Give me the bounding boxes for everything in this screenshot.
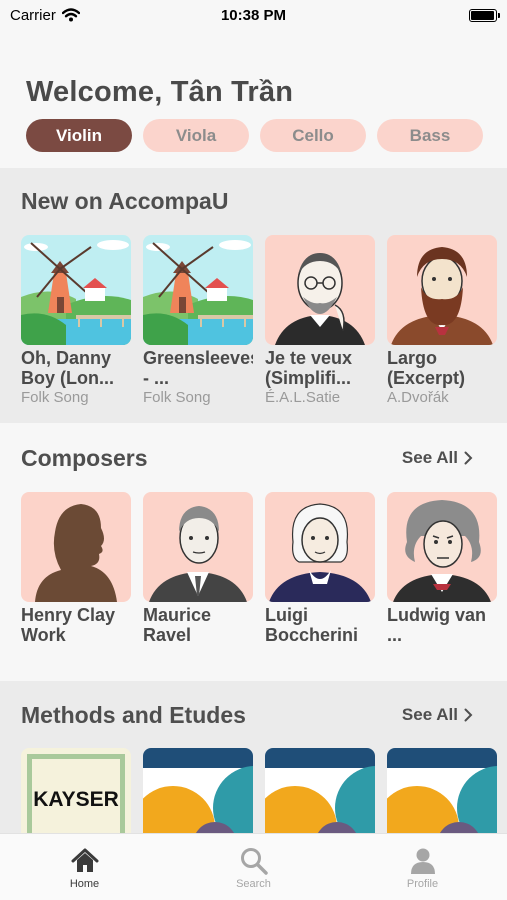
new-item-card[interactable]: Largo (Excerpt) A.Dvořák bbox=[387, 235, 497, 407]
battery-icon bbox=[469, 8, 500, 22]
instrument-chips: Violin Viola Cello Bass bbox=[26, 119, 483, 152]
abstract-cover-thumbnail bbox=[387, 748, 497, 833]
see-all-label: See All bbox=[401, 448, 458, 467]
composer-card[interactable]: Luigi Boccherini bbox=[265, 492, 375, 645]
boccherini-portrait-thumbnail bbox=[265, 492, 375, 602]
composers-row: Henry Clay Work Maurice Ravel Luigi Bocc… bbox=[21, 492, 497, 645]
method-card[interactable]: KAYSER bbox=[21, 748, 131, 833]
beethoven-portrait-thumbnail bbox=[387, 492, 497, 602]
tab-search[interactable]: Search bbox=[169, 834, 338, 900]
new-item-card[interactable]: Oh, Danny Boy (Lon... Folk Song bbox=[21, 235, 131, 407]
chip-bass[interactable]: Bass bbox=[377, 119, 483, 152]
windmill-thumbnail bbox=[143, 235, 253, 345]
abstract-cover-thumbnail bbox=[265, 748, 375, 833]
header: Welcome, Tân Trần Violin Viola Cello Bas… bbox=[0, 30, 507, 168]
silhouette-portrait-thumbnail bbox=[21, 492, 131, 602]
ravel-portrait-thumbnail bbox=[143, 492, 253, 602]
chip-violin[interactable]: Violin bbox=[26, 119, 132, 152]
composer-card[interactable]: Ludwig van ... bbox=[387, 492, 497, 645]
new-section: New on AccompaU Oh, Danny Boy (Lon... Fo… bbox=[0, 168, 507, 423]
satie-portrait-thumbnail bbox=[265, 235, 375, 345]
new-item-title: Largo (Excerpt) bbox=[387, 348, 466, 388]
composer-name: Luigi Boccherini bbox=[265, 605, 359, 645]
new-item-title: Oh, Danny Boy (Lon... bbox=[21, 348, 114, 388]
new-item-title: Greensleeves - ... bbox=[143, 348, 253, 388]
status-bar: Carrier 10:38 PM bbox=[0, 0, 507, 30]
method-card[interactable] bbox=[143, 748, 253, 833]
new-item-card[interactable]: Greensleeves - ... Folk Song bbox=[143, 235, 253, 407]
composers-section-title: Composers bbox=[21, 445, 148, 471]
tab-home[interactable]: Home bbox=[0, 834, 169, 900]
composers-see-all-button[interactable]: See All bbox=[402, 448, 473, 468]
battery-fill bbox=[471, 10, 494, 20]
new-item-subtitle: A.Dvořák bbox=[387, 389, 449, 406]
kayser-cover-thumbnail: KAYSER bbox=[21, 748, 131, 833]
kayser-cover-text: KAYSER bbox=[33, 788, 119, 811]
composer-name: Maurice Ravel bbox=[143, 605, 212, 645]
tab-bar: Home Search Profile bbox=[0, 833, 507, 900]
methods-row: KAYSER bbox=[21, 748, 497, 833]
dvorak-portrait-thumbnail bbox=[387, 235, 497, 345]
methods-section: Methods and Etudes See All KAYSER bbox=[0, 681, 507, 833]
new-item-subtitle: Folk Song bbox=[143, 389, 211, 406]
new-item-subtitle: Folk Song bbox=[21, 389, 89, 406]
methods-see-all-button[interactable]: See All bbox=[402, 705, 473, 725]
chevron-right-icon bbox=[464, 708, 473, 722]
new-items-row: Oh, Danny Boy (Lon... Folk Song Greensle… bbox=[21, 235, 497, 407]
carrier-label: Carrier bbox=[10, 6, 56, 24]
composer-card[interactable]: Maurice Ravel bbox=[143, 492, 253, 645]
new-item-subtitle: É.A.L.Satie bbox=[265, 389, 341, 406]
see-all-label: See All bbox=[401, 705, 458, 724]
tab-label: Home bbox=[69, 878, 100, 890]
search-icon bbox=[240, 848, 268, 875]
welcome-title: Welcome, Tân Trần bbox=[26, 76, 294, 108]
profile-icon bbox=[410, 848, 435, 874]
new-item-title: Je te veux (Simplifi... bbox=[265, 348, 353, 388]
chip-viola[interactable]: Viola bbox=[143, 119, 249, 152]
abstract-cover-thumbnail bbox=[143, 748, 253, 833]
home-icon bbox=[71, 848, 98, 872]
chevron-right-icon bbox=[464, 451, 473, 465]
methods-section-title: Methods and Etudes bbox=[21, 702, 246, 728]
composer-name: Henry Clay Work bbox=[21, 605, 116, 645]
method-card[interactable] bbox=[265, 748, 375, 833]
composer-card[interactable]: Henry Clay Work bbox=[21, 492, 131, 645]
chip-cello[interactable]: Cello bbox=[260, 119, 366, 152]
windmill-thumbnail bbox=[21, 235, 131, 345]
new-item-card[interactable]: Je te veux (Simplifi... É.A.L.Satie bbox=[265, 235, 375, 407]
method-card[interactable] bbox=[387, 748, 497, 833]
composer-name: Ludwig van ... bbox=[387, 605, 486, 645]
status-left: Carrier bbox=[10, 7, 80, 24]
tab-label: Profile bbox=[406, 878, 439, 890]
new-section-title: New on AccompaU bbox=[21, 188, 229, 214]
tab-label: Search bbox=[236, 878, 271, 890]
wifi-icon bbox=[61, 8, 80, 22]
tab-profile[interactable]: Profile bbox=[338, 834, 507, 900]
composers-section: Composers See All Henry Clay Work Mauric… bbox=[0, 423, 507, 681]
